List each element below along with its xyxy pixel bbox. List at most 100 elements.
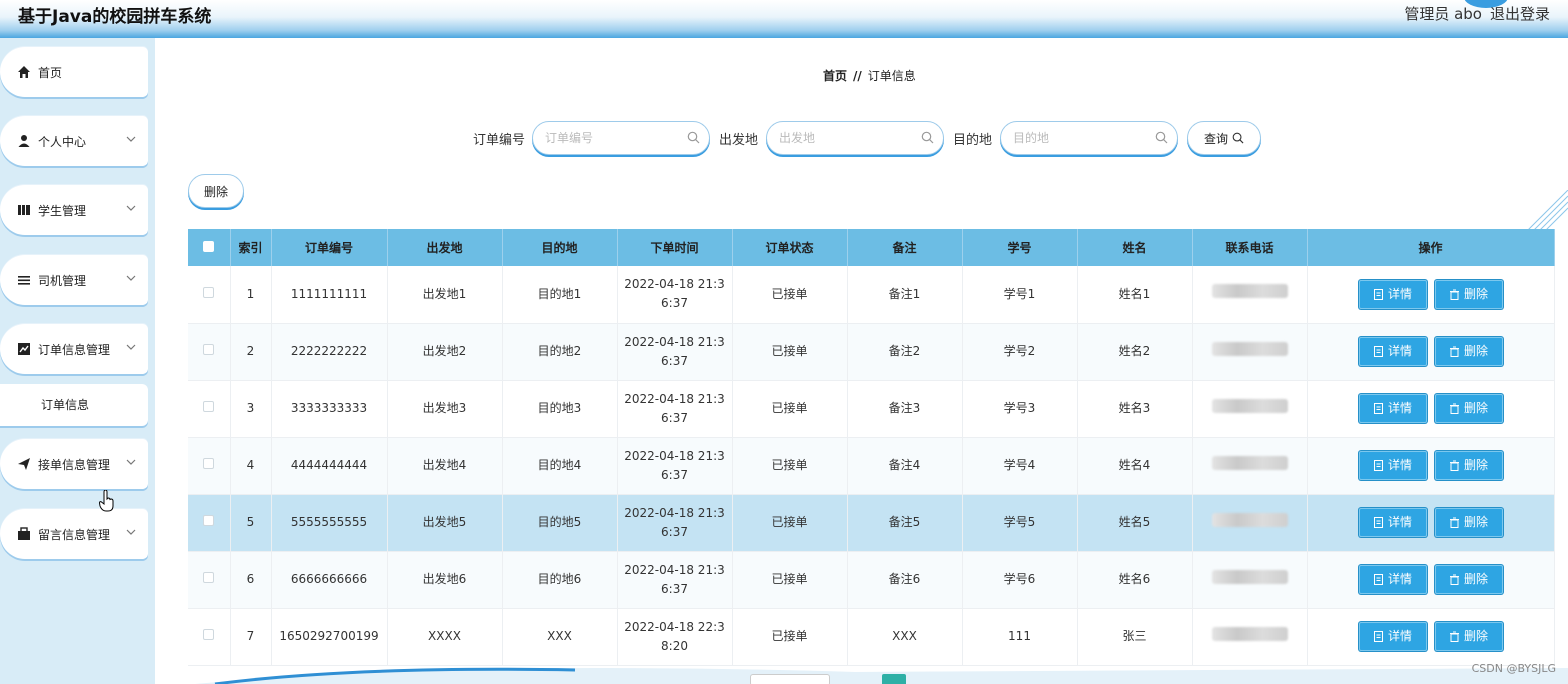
row-checkbox-cell	[188, 380, 231, 438]
breadcrumb-home[interactable]: 首页	[823, 69, 847, 83]
table-row[interactable]: 7 1650292700199 XXXX XXX 2022-04-18 22:3 8:20…	[188, 608, 1555, 666]
sidebar-item-label: 订单信息管理	[38, 342, 111, 357]
detail-button[interactable]: 详情	[1358, 394, 1427, 423]
delete-button-label: 删除	[1463, 401, 1488, 415]
delete-button[interactable]: 删除	[1434, 394, 1503, 423]
bulk-delete-button[interactable]: 删除	[188, 174, 244, 208]
document-icon	[1373, 631, 1383, 642]
logout-link[interactable]: 退出登录	[1490, 3, 1550, 24]
table-row[interactable]: 6 6666666666 出发地6 目的地6 2022-04-18 21:3 6:37 已接…	[188, 551, 1555, 609]
order-no-cell: 2222222222	[271, 323, 388, 381]
bottom-decoration	[195, 667, 1568, 684]
detail-button[interactable]: 详情	[1358, 279, 1427, 309]
actions-cell: 详情 删除	[1307, 551, 1555, 609]
user-name: 管理员 abo	[1404, 5, 1482, 23]
document-icon	[1373, 517, 1383, 528]
actions-cell: 详情 删除	[1307, 323, 1555, 381]
row-checkbox[interactable]	[203, 286, 215, 298]
current-page-button[interactable]	[882, 674, 906, 684]
sidebar-item-students[interactable]: 学生管理	[0, 185, 148, 235]
document-icon	[1373, 346, 1383, 357]
user-icon	[18, 135, 30, 147]
order-time-line1: 2022-04-18 21:3	[624, 505, 725, 520]
order-time-cell: 2022-04-18 21:3 6:37	[617, 380, 733, 438]
chevron-down-icon	[126, 344, 136, 350]
sidebar-item-drivers[interactable]: 司机管理	[0, 255, 148, 305]
order-time-line2: 8:20	[661, 638, 688, 653]
order-no-input[interactable]	[545, 131, 685, 145]
delete-button[interactable]: 删除	[1434, 279, 1503, 309]
status-cell: 已接单	[732, 608, 848, 666]
delete-button[interactable]: 删除	[1434, 622, 1503, 651]
row-checkbox-cell	[188, 551, 231, 609]
table-row[interactable]: 5 5555555555 出发地5 目的地5 2022-04-18 21:3 6:37 已接…	[188, 494, 1555, 552]
row-checkbox[interactable]	[203, 515, 215, 526]
order-time-line2: 6:37	[661, 467, 688, 482]
table-row[interactable]: 4 4444444444 出发地4 目的地4 2022-04-18 21:3 6:37 已接…	[188, 437, 1555, 495]
name-cell: 姓名2	[1077, 323, 1193, 381]
row-checkbox[interactable]	[203, 629, 215, 640]
order-time-line1: 2022-04-18 21:3	[624, 391, 725, 406]
detail-button[interactable]: 详情	[1358, 451, 1427, 480]
delete-button[interactable]: 删除	[1434, 565, 1503, 594]
note-cell: 备注1	[847, 266, 963, 324]
row-checkbox[interactable]	[203, 344, 215, 355]
detail-button[interactable]: 详情	[1358, 622, 1427, 651]
phone-cell	[1192, 266, 1308, 324]
chevron-down-icon	[126, 275, 136, 281]
to-cell: 目的地6	[502, 551, 618, 609]
sidebar-item-label: 留言信息管理	[38, 527, 111, 542]
detail-button-label: 详情	[1387, 344, 1412, 358]
sidebar-item-orders[interactable]: 订单信息管理	[0, 324, 148, 374]
note-cell: 备注6	[847, 551, 963, 609]
sidebar-item-profile[interactable]: 个人中心	[0, 116, 148, 166]
index-cell: 1	[230, 266, 272, 324]
status-cell: 已接单	[732, 323, 848, 381]
chevron-down-icon	[126, 459, 136, 465]
row-checkbox[interactable]	[203, 401, 215, 412]
trash-icon	[1449, 346, 1459, 357]
select-all-checkbox[interactable]	[203, 240, 215, 252]
index-cell: 3	[230, 380, 272, 438]
chart-icon	[18, 343, 30, 355]
from-cell: XXXX	[387, 608, 503, 666]
order-time-line1: 2022-04-18 21:3	[624, 334, 725, 349]
book-icon	[18, 205, 30, 215]
sidebar-item-accept-orders[interactable]: 接单信息管理	[0, 439, 148, 489]
table-row[interactable]: 1 1111111111 出发地1 目的地1 2022-04-18 21:3 6:37 已接…	[188, 266, 1555, 324]
index-cell: 4	[230, 437, 272, 495]
table-header-row: 索引 订单编号 出发地 目的地 下单时间 订单状态 备注 学号 姓名 联系电话 …	[188, 229, 1555, 266]
page-size-select[interactable]	[750, 674, 830, 684]
sidebar-item-home[interactable]: 首页	[0, 47, 148, 97]
trash-icon	[1449, 460, 1459, 471]
delete-button-label: 删除	[1463, 344, 1488, 358]
detail-button[interactable]: 详情	[1358, 565, 1427, 594]
name-cell: 姓名6	[1077, 551, 1193, 609]
table-row[interactable]: 3 3333333333 出发地3 目的地3 2022-04-18 21:3 6:37 已接…	[188, 380, 1555, 438]
from-input[interactable]	[779, 131, 919, 145]
row-checkbox-cell	[188, 437, 231, 495]
column-header: 姓名	[1077, 229, 1193, 266]
query-button[interactable]: 查询	[1187, 121, 1261, 155]
sidebar-subitem-order-info[interactable]: 订单信息	[0, 384, 148, 426]
delete-button[interactable]: 删除	[1434, 508, 1503, 537]
name-cell: 姓名5	[1077, 494, 1193, 552]
column-header: 订单编号	[271, 229, 388, 266]
detail-button[interactable]: 详情	[1358, 508, 1427, 537]
to-input[interactable]	[1013, 131, 1153, 145]
row-checkbox[interactable]	[203, 458, 215, 469]
detail-button-label: 详情	[1387, 401, 1412, 415]
delete-button[interactable]: 删除	[1434, 337, 1503, 366]
sidebar-item-messages[interactable]: 留言信息管理	[0, 509, 148, 559]
order-time-cell: 2022-04-18 21:3 6:37	[617, 437, 733, 495]
table-row[interactable]: 2 2222222222 出发地2 目的地2 2022-04-18 21:3 6:37 已接…	[188, 323, 1555, 381]
search-icon	[1232, 132, 1244, 144]
student-no-cell: 学号1	[962, 266, 1078, 324]
detail-button[interactable]: 详情	[1358, 337, 1427, 366]
sidebar-item-label: 学生管理	[38, 203, 87, 218]
index-cell: 6	[230, 551, 272, 609]
delete-button[interactable]: 删除	[1434, 451, 1503, 480]
from-cell: 出发地5	[387, 494, 503, 552]
row-checkbox[interactable]	[203, 572, 215, 583]
watermark: CSDN @BYSJLG	[1471, 662, 1556, 675]
